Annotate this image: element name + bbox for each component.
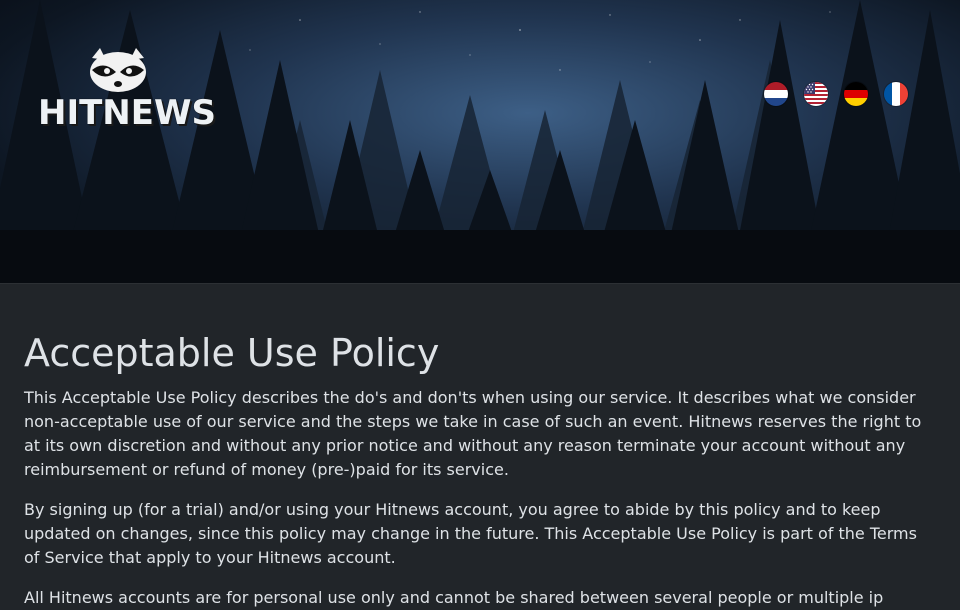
forest-background-image <box>0 0 960 283</box>
page-title: Acceptable Use Policy <box>24 331 440 375</box>
policy-paragraph: All Hitnews accounts are for personal us… <box>24 588 884 607</box>
germany-flag-icon[interactable] <box>844 82 868 106</box>
usa-flag-icon[interactable] <box>804 82 828 106</box>
policy-paragraph: This Acceptable Use Policy describes the… <box>24 388 922 479</box>
logo-text[interactable]: HITNEWS <box>38 93 216 133</box>
france-flag-icon[interactable] <box>884 82 908 106</box>
header-banner: HITNEWS <box>0 0 960 284</box>
netherlands-flag-icon[interactable] <box>764 82 788 106</box>
policy-content: Acceptable Use Policy This Acceptable Us… <box>0 284 960 610</box>
policy-paragraph: By signing up (for a trial) and/or using… <box>24 500 917 567</box>
